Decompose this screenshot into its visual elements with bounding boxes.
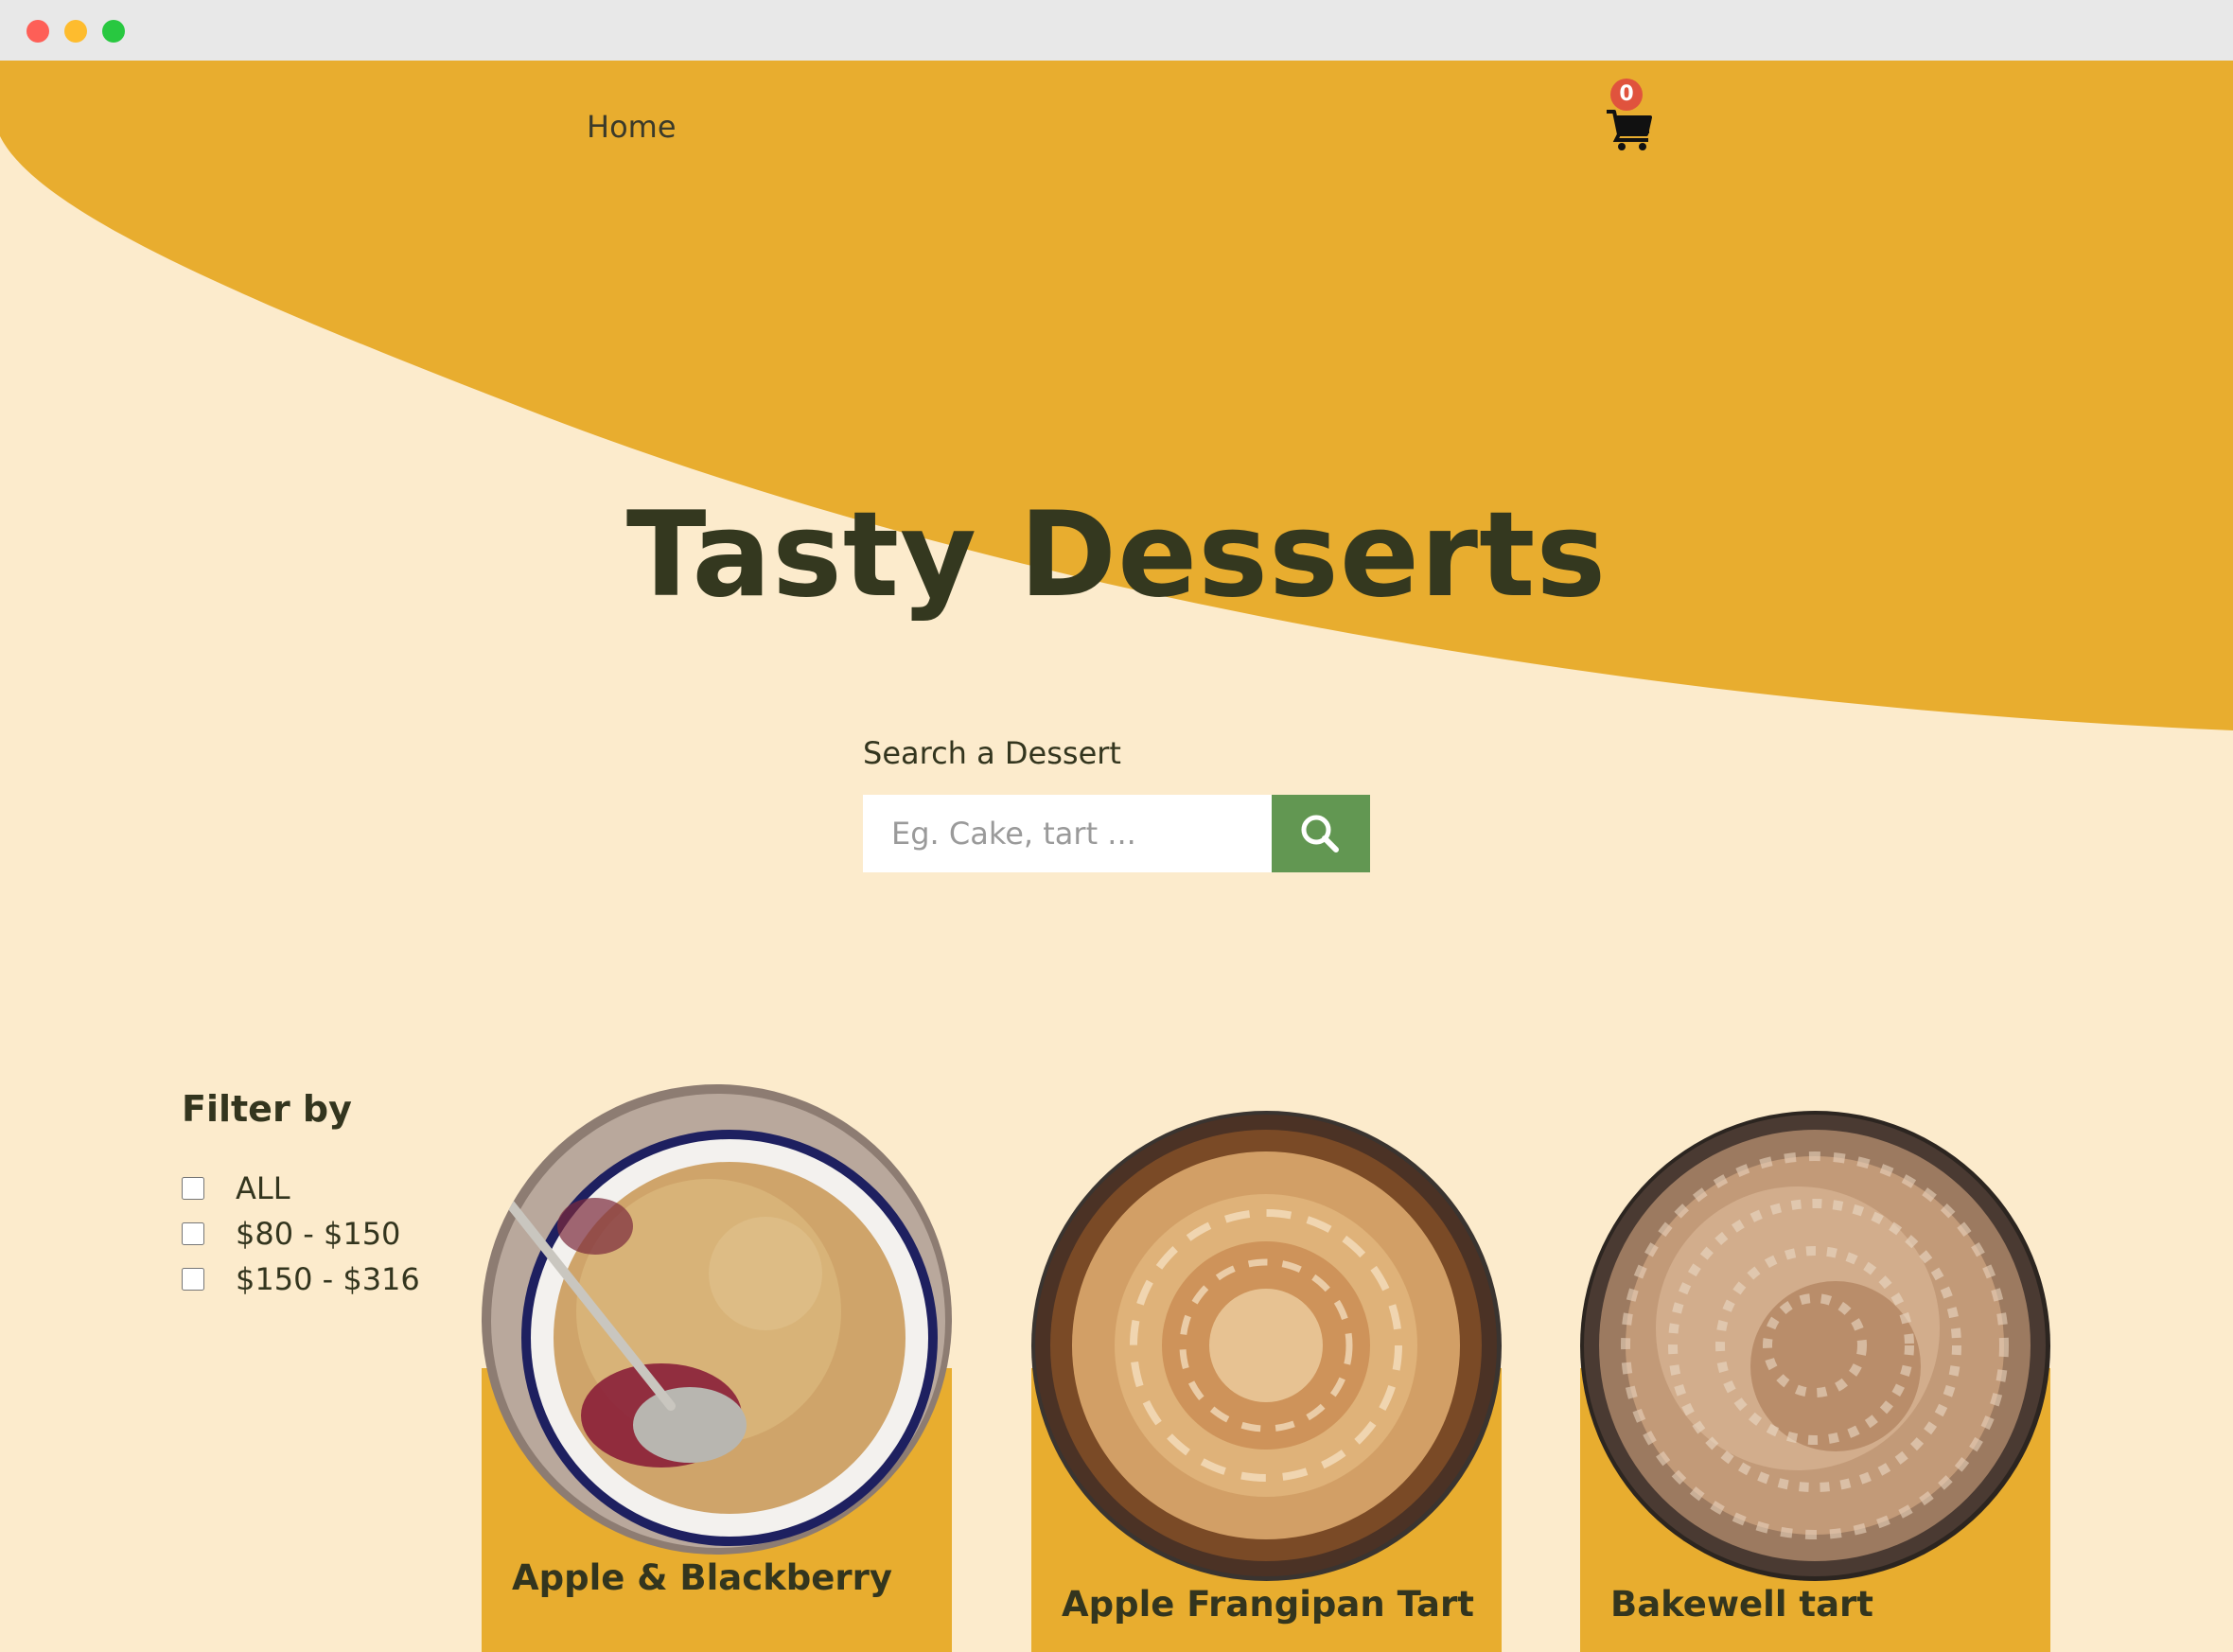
search-icon — [1301, 815, 1339, 852]
product-name: Apple Frangipan Tart — [1062, 1584, 1474, 1625]
cart-count-badge: 0 — [1610, 79, 1643, 111]
filter-option-150-316[interactable]: $150 - $316 — [182, 1257, 420, 1302]
filter-option-all[interactable]: ALL — [182, 1166, 420, 1211]
filter-checkbox-80-150[interactable] — [182, 1222, 204, 1245]
product-image[interactable] — [1580, 1111, 2050, 1581]
search-label: Search a Dessert — [863, 735, 1121, 771]
product-name: Apple & Blackberry — [512, 1557, 892, 1598]
nav-home-link[interactable]: Home — [587, 109, 677, 145]
window-minimize-button[interactable] — [64, 20, 87, 43]
cart-icon[interactable] — [1605, 106, 1652, 151]
page-title: Tasty Desserts — [625, 487, 1608, 624]
filter-option-label: $80 - $150 — [236, 1216, 401, 1252]
window-close-button[interactable] — [26, 20, 49, 43]
product-card[interactable]: Apple Frangipan Tart — [1031, 1084, 1502, 1652]
filter-options: ALL $80 - $150 $150 - $316 — [182, 1166, 420, 1302]
filter-checkbox-150-316[interactable] — [182, 1268, 204, 1291]
window-titlebar — [0, 0, 2233, 61]
product-card[interactable]: Apple & Blackberry — [482, 1084, 952, 1652]
filter-title: Filter by — [182, 1088, 352, 1130]
search-button[interactable] — [1272, 795, 1370, 872]
product-image[interactable] — [1031, 1111, 1502, 1581]
product-name: Bakewell tart — [1610, 1584, 1873, 1625]
window-maximize-button[interactable] — [102, 20, 125, 43]
filter-option-label: $150 - $316 — [236, 1261, 420, 1297]
filter-option-label: ALL — [236, 1170, 290, 1206]
search-input[interactable] — [863, 795, 1272, 872]
filter-option-80-150[interactable]: $80 - $150 — [182, 1211, 420, 1257]
product-image[interactable] — [482, 1084, 952, 1555]
product-card[interactable]: Bakewell tart — [1580, 1084, 2050, 1652]
hero-wave-background — [0, 61, 2233, 730]
filter-checkbox-all[interactable] — [182, 1177, 204, 1200]
